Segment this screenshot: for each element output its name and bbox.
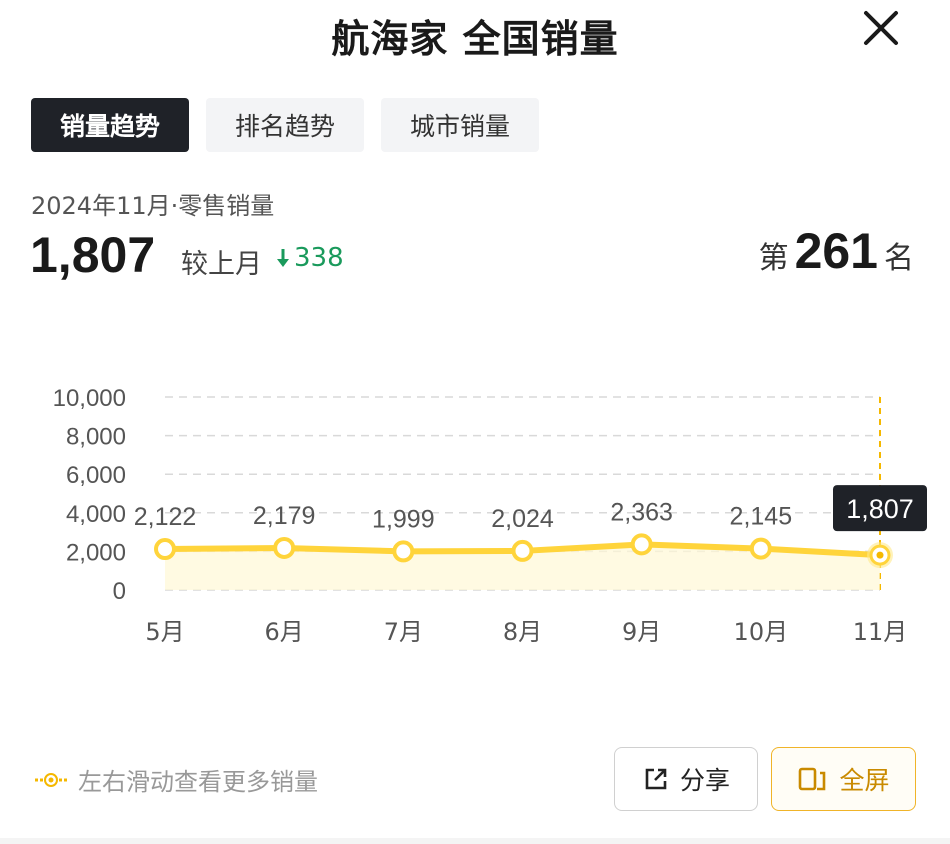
swipe-hint-text: 左右滑动查看更多销量: [78, 768, 318, 796]
x-tick-label: 6月: [265, 618, 304, 646]
data-label: 1,807: [846, 494, 914, 524]
x-tick-label: 9月: [622, 618, 661, 646]
rank-value: 261: [794, 223, 878, 279]
y-tick-label: 10,000: [53, 385, 126, 412]
x-tick-label: 11月: [853, 618, 908, 646]
y-tick-label: 8,000: [66, 424, 126, 451]
data-point: [392, 540, 415, 563]
arrow-down-icon: [277, 249, 289, 267]
fullscreen-icon: [799, 767, 826, 791]
share-label: 分享: [679, 766, 730, 795]
fullscreen-label: 全屏: [839, 766, 890, 795]
close-button[interactable]: [855, 4, 907, 52]
swipe-hint: 左右滑动查看更多销量: [34, 762, 318, 797]
compare-label: 较上月: [181, 249, 262, 280]
delta-value: 338: [294, 243, 344, 273]
data-label: 2,122: [134, 503, 197, 531]
sales-value: 1,807: [30, 227, 156, 283]
rank-suffix: 名: [884, 241, 914, 276]
y-tick-label: 6,000: [66, 462, 126, 489]
data-label: 1,999: [372, 505, 435, 533]
data-label: 2,024: [491, 505, 554, 533]
tab-city-sales[interactable]: 城市销量: [381, 98, 539, 152]
data-point: [630, 533, 653, 556]
tab-sales-trend[interactable]: 销量趋势: [31, 98, 189, 152]
y-tick-label: 2,000: [66, 539, 126, 566]
y-tick-label: 4,000: [66, 501, 126, 528]
page-title: 航海家 全国销量: [331, 17, 619, 61]
tab-bar: 销量趋势 排名趋势 城市销量: [31, 98, 539, 152]
x-tick-label: 5月: [145, 618, 184, 646]
share-icon: [645, 768, 667, 790]
fullscreen-button[interactable]: 全屏: [771, 747, 916, 811]
delta-badge: 338: [276, 243, 344, 273]
bottom-divider: [0, 838, 950, 844]
data-point: [511, 539, 534, 562]
period-subtitle: 2024年11月·零售销量: [31, 192, 275, 220]
x-tick-label: 7月: [384, 618, 423, 646]
data-point: [273, 536, 296, 559]
share-button[interactable]: 分享: [614, 747, 758, 811]
x-tick-label: 10月: [734, 618, 789, 646]
data-point: [154, 538, 176, 561]
rank-prefix: 第: [758, 241, 789, 276]
data-point: [749, 537, 772, 560]
tab-rank-trend[interactable]: 排名趋势: [206, 98, 364, 152]
close-icon: [864, 11, 898, 45]
rank-display: 第 261 名: [759, 222, 914, 280]
x-tick-label: 8月: [503, 618, 542, 646]
swipe-dot-icon: [35, 772, 67, 787]
data-point-center: [876, 551, 884, 559]
data-label: 2,145: [730, 503, 793, 531]
data-label: 2,363: [610, 498, 673, 526]
y-tick-label: 0: [113, 578, 126, 605]
data-label: 2,179: [253, 502, 316, 530]
sales-line-chart[interactable]: 0 2,000 4,000 6,000 8,000 10,000 2,122 5月 2,179 6…: [0, 370, 950, 660]
